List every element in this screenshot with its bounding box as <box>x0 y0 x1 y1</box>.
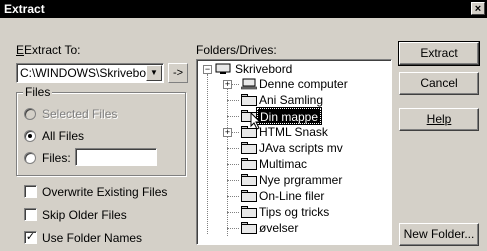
chevron-down-icon[interactable]: ▼ <box>146 65 162 81</box>
overwrite-checkbox[interactable] <box>24 185 37 198</box>
files-group: Files Selected Files All Files Files: <box>16 85 186 176</box>
tree-item[interactable]: Nye prgrammer <box>259 172 342 188</box>
extract-path-value: C:\WINDOWS\Skrivebor <box>20 66 146 80</box>
tree-root[interactable]: Skrivebord <box>235 61 292 77</box>
tree-item[interactable]: Ani Samling <box>259 92 323 108</box>
use-folder-names-label[interactable]: Use Folder Names <box>42 231 142 245</box>
cursor-icon <box>250 111 262 130</box>
folder-icon <box>241 206 257 218</box>
folder-icon <box>241 158 257 170</box>
folder-icon <box>241 190 257 202</box>
use-folder-names-checkbox[interactable]: ✓ <box>24 231 37 244</box>
all-files-label[interactable]: All Files <box>42 129 84 143</box>
files-radio[interactable] <box>24 152 36 164</box>
selected-files-label: Selected Files <box>42 107 118 121</box>
folder-icon <box>241 94 257 106</box>
help-button[interactable]: Help <box>399 108 479 131</box>
expand-icon[interactable]: + <box>223 80 232 89</box>
selected-files-radio <box>24 108 36 120</box>
computer-icon <box>240 78 258 90</box>
tree-item[interactable]: JAva scripts mv <box>259 140 343 156</box>
folder-icon <box>241 174 257 186</box>
tree-item[interactable]: On-Line filer <box>259 188 324 204</box>
skip-older-checkbox[interactable] <box>24 208 37 221</box>
files-pattern-input[interactable] <box>75 148 157 166</box>
new-folder-button[interactable]: New Folder... <box>399 223 479 246</box>
desktop-icon <box>215 63 231 75</box>
expand-icon[interactable]: + <box>223 128 232 137</box>
window-title: Extract <box>4 2 45 16</box>
folder-icon <box>241 142 257 154</box>
title-bar: Extract × <box>0 0 487 18</box>
files-label[interactable]: Files: <box>42 151 71 165</box>
tree-item-selected[interactable]: Din mappe <box>255 107 323 125</box>
tree-item[interactable]: HTML Snask <box>259 124 328 140</box>
overwrite-label[interactable]: Overwrite Existing Files <box>42 185 167 199</box>
extract-to-label: EExtract To: <box>16 43 81 57</box>
folder-tree[interactable]: − Skrivebord + Denne computer Ani Samlin… <box>196 59 392 245</box>
cancel-button[interactable]: Cancel <box>399 72 479 95</box>
skip-older-label[interactable]: Skip Older Files <box>42 208 127 222</box>
tree-item[interactable]: øvelser <box>259 220 298 236</box>
collapse-icon[interactable]: − <box>203 65 212 74</box>
folders-label: Folders/Drives: <box>196 43 277 57</box>
help-button-label: Help <box>426 112 452 126</box>
tree-item[interactable]: Denne computer <box>259 76 348 92</box>
close-icon[interactable]: × <box>471 2 485 15</box>
extract-button[interactable]: Extract <box>398 41 480 66</box>
apply-path-button[interactable]: -> <box>168 63 188 83</box>
files-group-legend: Files <box>23 85 53 99</box>
extract-to-label-text: Extract To: <box>24 43 81 57</box>
extract-path-combobox[interactable]: C:\WINDOWS\Skrivebor ▼ <box>16 63 164 83</box>
tree-item[interactable]: Tips og tricks <box>259 204 329 220</box>
tree-item[interactable]: Multimac <box>259 156 307 172</box>
all-files-radio[interactable] <box>24 130 36 142</box>
folder-icon <box>241 222 257 234</box>
